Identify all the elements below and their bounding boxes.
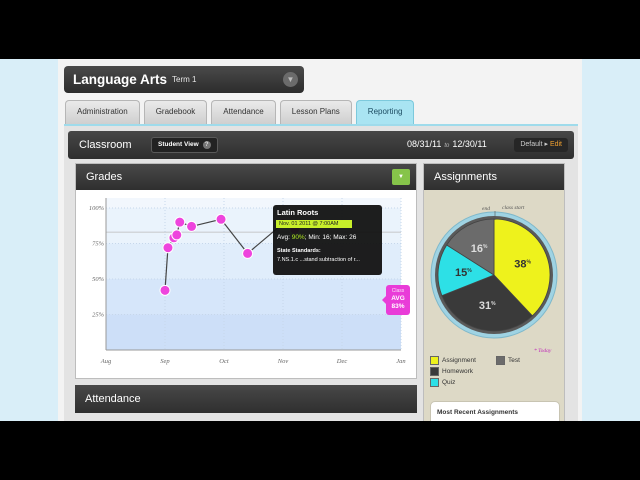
- default-edit-control[interactable]: Default ▸ Edit: [514, 138, 568, 152]
- tab-bar: Administration Gradebook Attendance Less…: [65, 100, 415, 124]
- dropdown-toggle[interactable]: ▼: [392, 169, 410, 185]
- y-tick-label: 75%: [92, 240, 105, 247]
- grades-panel-header: Grades ▼: [76, 164, 416, 190]
- tab-attendance[interactable]: Attendance: [211, 100, 276, 124]
- x-tick-label: Jan: [396, 358, 405, 365]
- grade-point: [159, 284, 171, 296]
- tooltip-avg-value: 90%: [291, 234, 305, 241]
- grade-point: [174, 216, 186, 228]
- assignments-panel-header: Assignments: [424, 164, 564, 190]
- student-view-label: Student View: [158, 141, 199, 148]
- grade-tooltip: Latin Roots Nov. 01 2011 @ 7:00AM Avg: 9…: [273, 205, 382, 275]
- badge-body: Class AVG 83%: [386, 285, 410, 315]
- legend-label: Homework: [442, 368, 474, 375]
- grade-point: [215, 213, 227, 225]
- classroom-header: Classroom Student View ? 08/31/11 to 12/…: [68, 131, 574, 159]
- tooltip-standards-label: State Standards:: [277, 248, 321, 254]
- help-icon: ?: [202, 141, 211, 149]
- recent-assignments-card[interactable]: Most Recent Assignments: [430, 401, 560, 421]
- end-label: end: [482, 206, 490, 212]
- percent-sign: %: [467, 268, 472, 274]
- date-to: 12/30/11: [452, 139, 487, 149]
- grade-point: [171, 229, 183, 241]
- tooltip-date: Nov. 01 2011 @ 7:00AM: [276, 220, 352, 228]
- assignments-panel: Assignments 38% 31% 15% 16% end class start * …: [423, 163, 565, 421]
- grade-point: [162, 242, 174, 254]
- legend-homework: Homework: [430, 367, 473, 376]
- legend-quiz: Quiz: [430, 378, 455, 387]
- class-start-label: class start: [502, 205, 525, 211]
- chart-band: [106, 314, 401, 350]
- tooltip-avg-label: Avg:: [277, 234, 290, 241]
- x-tick-label: Oct: [219, 358, 229, 365]
- chart-band: [106, 278, 401, 315]
- x-tick-label: Sep: [160, 358, 170, 365]
- tab-administration[interactable]: Administration: [65, 100, 140, 124]
- percent-sign: %: [527, 260, 532, 266]
- legend-label: Test: [508, 357, 520, 364]
- badge-avg-value: 83%: [391, 303, 405, 310]
- attendance-title: Attendance: [85, 393, 141, 405]
- grade-point: [242, 247, 254, 259]
- attendance-panel-header[interactable]: Attendance: [75, 385, 417, 413]
- badge-avg-label: AVG: [391, 295, 405, 302]
- recent-assignments-title: Most Recent Assignments: [437, 409, 519, 416]
- grades-title: Grades: [86, 171, 123, 183]
- tooltip-minmax: ; Min: 16; Max: 26: [304, 234, 357, 241]
- y-tick-label: 25%: [92, 311, 105, 318]
- y-tick-label: 100%: [89, 205, 105, 212]
- tooltip-title: Latin Roots: [277, 208, 319, 217]
- legend-assignment: Assignment: [430, 356, 476, 365]
- course-title: Language Arts: [73, 72, 168, 87]
- legend-label: Assignment: [442, 357, 476, 364]
- assignments-legend: Assignment Test Homework Quiz: [428, 354, 564, 390]
- badge-class-label: Class: [391, 288, 405, 294]
- tab-gradebook[interactable]: Gradebook: [143, 100, 208, 124]
- date-range[interactable]: 08/31/11 to 12/30/11: [407, 139, 487, 149]
- assignments-pie-chart: 38%31%15%16%end class start* Today: [430, 205, 558, 354]
- class-average-badge: Class AVG 83%: [382, 285, 410, 315]
- legend-swatch: [430, 378, 439, 387]
- tab-lesson-plans[interactable]: Lesson Plans: [279, 100, 352, 124]
- legend-label: Quiz: [442, 379, 456, 386]
- y-tick-label: 50%: [92, 276, 105, 283]
- legend-swatch: [496, 356, 505, 365]
- course-term: Term 1: [172, 75, 197, 84]
- x-tick-label: Aug: [100, 358, 112, 365]
- edit-link[interactable]: Edit: [550, 141, 562, 148]
- legend-test: Test: [496, 356, 520, 365]
- section-title: Classroom: [79, 139, 132, 151]
- percent-sign: %: [491, 301, 496, 307]
- chevron-down-icon[interactable]: ▼: [283, 72, 298, 87]
- tab-reporting[interactable]: Reporting: [355, 100, 415, 124]
- app-viewport: Language Arts Term 1 ▼ Administration Gr…: [0, 59, 640, 421]
- assignments-title: Assignments: [434, 171, 497, 183]
- grade-point: [186, 220, 198, 232]
- date-from: 08/31/11: [407, 139, 442, 149]
- default-label: Default: [520, 141, 543, 148]
- date-to-word: to: [444, 143, 450, 149]
- percent-sign: %: [483, 244, 488, 250]
- student-view-button[interactable]: Student View ?: [151, 137, 218, 153]
- course-selector[interactable]: Language Arts Term 1 ▼: [64, 66, 304, 93]
- legend-swatch: [430, 356, 439, 365]
- tooltip-standard: 7.NS.1.c ...stand subtraction of r...: [277, 257, 360, 263]
- x-tick-label: Dec: [336, 358, 348, 365]
- legend-swatch: [430, 367, 439, 376]
- x-tick-label: Nov: [277, 358, 289, 365]
- tooltip-stats: Avg: 90%; Min: 16; Max: 26: [277, 234, 379, 241]
